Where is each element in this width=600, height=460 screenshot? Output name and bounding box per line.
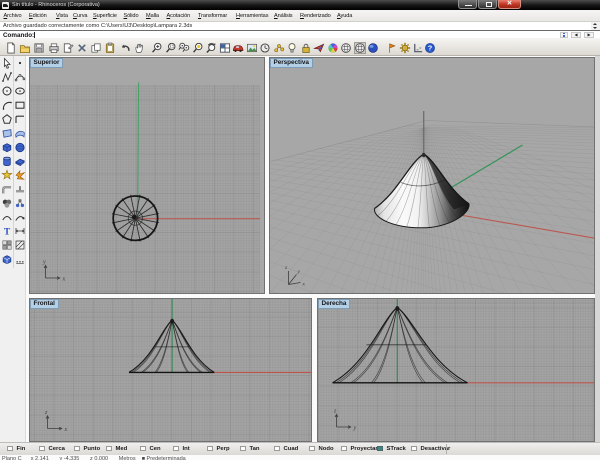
svg-text:x: x	[301, 281, 305, 287]
svg-text:y: y	[42, 259, 46, 265]
svg-text:x: x	[61, 276, 65, 282]
svg-text:y: y	[352, 425, 356, 431]
svg-text:x: x	[63, 427, 67, 433]
svg-text:?: ?	[428, 43, 433, 52]
svg-text:z: z	[44, 410, 48, 416]
svg-text:z: z	[333, 408, 337, 414]
svg-text:y: y	[296, 269, 300, 275]
svg-text:T: T	[4, 228, 11, 238]
